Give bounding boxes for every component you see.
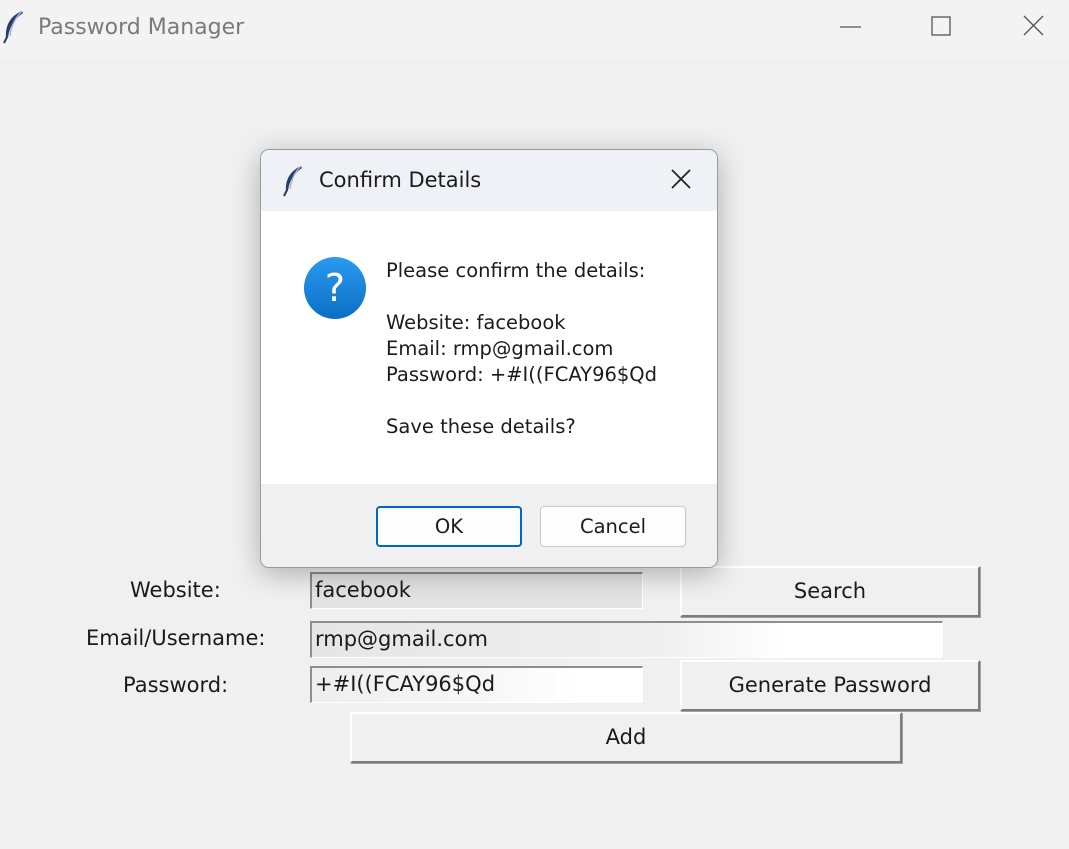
dialog-body: ? Please confirm the details: Website: f… — [261, 211, 717, 484]
ok-button[interactable]: OK — [376, 506, 522, 547]
message-line — [386, 388, 657, 414]
password-label: Password: — [123, 673, 229, 697]
feather-icon — [282, 164, 304, 198]
message-line: Password: +#I((FCAY96$Qd — [386, 363, 658, 386]
dialog-title-bar: Confirm Details — [261, 150, 717, 211]
close-button[interactable] — [987, 0, 1069, 58]
dialog-close-button[interactable] — [657, 150, 717, 210]
website-label: Website: — [130, 578, 221, 602]
website-input[interactable]: facebook — [310, 572, 643, 609]
password-input[interactable]: +#I((FCAY96$Qd — [310, 666, 643, 703]
message-line: Email: rmp@gmail.com — [386, 337, 614, 360]
maximize-button[interactable] — [895, 0, 987, 58]
minimize-icon — [840, 26, 861, 28]
question-icon: ? — [303, 256, 367, 320]
search-button[interactable]: Search — [680, 566, 980, 617]
svg-text:?: ? — [325, 266, 345, 310]
message-line: Website: facebook — [386, 311, 566, 334]
message-line — [386, 284, 657, 310]
generate-password-button[interactable]: Generate Password — [680, 660, 980, 711]
email-label: Email/Username: — [86, 626, 266, 650]
add-button[interactable]: Add — [350, 712, 902, 763]
close-icon — [1023, 15, 1044, 36]
maximize-icon — [931, 16, 951, 36]
message-line: Please confirm the details: — [386, 259, 646, 282]
cancel-button[interactable]: Cancel — [540, 506, 686, 547]
feather-icon — [2, 10, 26, 44]
dialog-footer: OK Cancel — [261, 484, 717, 567]
email-input[interactable]: rmp@gmail.com — [310, 621, 943, 658]
dialog-message: Please confirm the details: Website: fac… — [386, 258, 657, 440]
minimize-button[interactable] — [805, 0, 897, 58]
confirm-dialog: Confirm Details ? Please confirm the det… — [260, 149, 718, 568]
message-line: Save these details? — [386, 415, 576, 438]
window-title: Password Manager — [38, 15, 245, 40]
dialog-title: Confirm Details — [319, 168, 482, 192]
close-icon — [671, 169, 691, 189]
title-bar: Password Manager — [0, 0, 1069, 58]
